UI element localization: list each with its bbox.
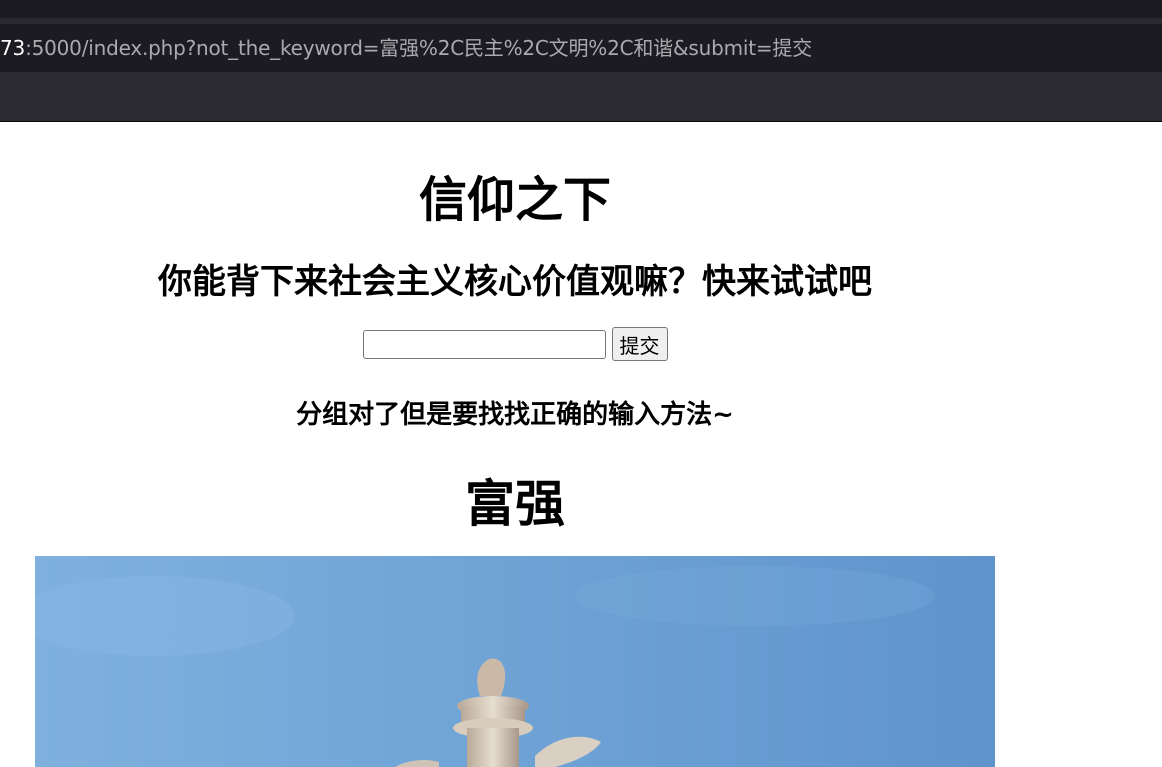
- tab-strip: [0, 0, 1162, 18]
- bookmarks-toolbar: [0, 72, 1162, 121]
- keyword-form: 提交: [0, 327, 1030, 361]
- monument-photo: [35, 556, 995, 767]
- section-title: 富强: [465, 475, 565, 533]
- question-heading: 你能背下来社会主义核心价值观嘛？快来试试吧: [158, 262, 872, 302]
- url-host: 73: [0, 36, 26, 60]
- page-content: 信仰之下 你能背下来社会主义核心价值观嘛？快来试试吧 提交 分组对了但是要找找正…: [0, 122, 1030, 767]
- submit-button[interactable]: 提交: [611, 327, 668, 361]
- url-text[interactable]: 73:5000/index.php?not_the_keyword=富强%2C民…: [0, 24, 812, 72]
- keyword-input[interactable]: [362, 329, 606, 359]
- hint-text: 分组对了但是要找找正确的输入方法~: [296, 400, 734, 430]
- page-title: 信仰之下: [418, 172, 611, 228]
- url-path: :5000/index.php?not_the_keyword=富强%2C民主%…: [25, 36, 813, 60]
